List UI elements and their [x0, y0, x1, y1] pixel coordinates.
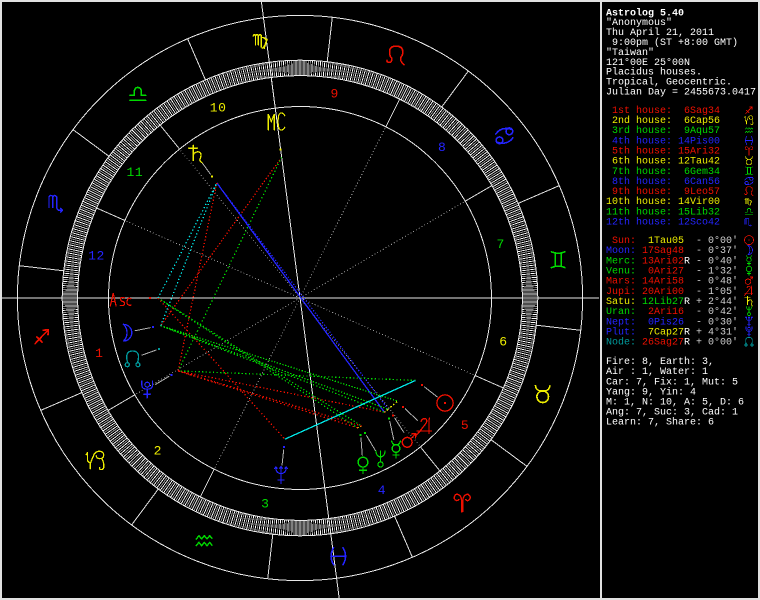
svg-text:1st house: 6Sag34: 1st house: 6Sag34	[606, 105, 720, 117]
svg-text:1: 1	[95, 346, 103, 361]
svg-text:7: 7	[496, 237, 504, 252]
svg-text:Plut:: Plut:	[606, 326, 636, 338]
svg-text:3: 3	[261, 497, 269, 512]
svg-text:4: 4	[378, 483, 386, 498]
svg-text:10th house: 14Vir00: 10th house: 14Vir00	[606, 196, 720, 208]
svg-text:+ 0°00': + 0°00'	[690, 337, 738, 349]
svg-text:- 0°37': - 0°37'	[690, 245, 738, 257]
svg-text:12th house: 12Sco42: 12th house: 12Sco42	[606, 217, 720, 229]
svg-text:11: 11	[126, 165, 143, 180]
svg-text:- 0°48': - 0°48'	[690, 276, 738, 288]
svg-text:9: 9	[330, 87, 338, 102]
svg-text:- 0°40': - 0°40'	[690, 255, 738, 267]
svg-text:13Ari02: 13Ari02	[642, 255, 684, 267]
svg-text:- 0°42': - 0°42'	[690, 306, 738, 318]
svg-text:5: 5	[461, 418, 469, 433]
svg-text:+ 4°31': + 4°31'	[690, 326, 738, 338]
svg-text:26Sag27: 26Sag27	[642, 338, 684, 349]
svg-text:2Ari16: 2Ari16	[642, 306, 684, 318]
svg-text:12: 12	[88, 249, 105, 264]
svg-text:8: 8	[438, 140, 446, 155]
svg-text:Node:: Node:	[606, 337, 636, 349]
svg-text:5th house: 15Ari32: 5th house: 15Ari32	[606, 146, 720, 158]
svg-text:11th house: 15Lib32: 11th house: 15Lib32	[606, 206, 720, 218]
svg-text:10: 10	[210, 100, 227, 115]
svg-text:8th house: 6Can56: 8th house: 6Can56	[606, 176, 720, 188]
svg-text:14Ari58: 14Ari58	[642, 276, 684, 288]
svg-text:3rd house: 9Aqu57: 3rd house: 9Aqu57	[606, 125, 720, 137]
svg-text:Learn: 7, Share: 6: Learn: 7, Share: 6	[606, 417, 714, 429]
svg-text:Julian Day = 2455673.0417: Julian Day = 2455673.0417	[606, 87, 756, 99]
svg-text:6: 6	[499, 335, 507, 350]
svg-text:2: 2	[154, 443, 162, 458]
